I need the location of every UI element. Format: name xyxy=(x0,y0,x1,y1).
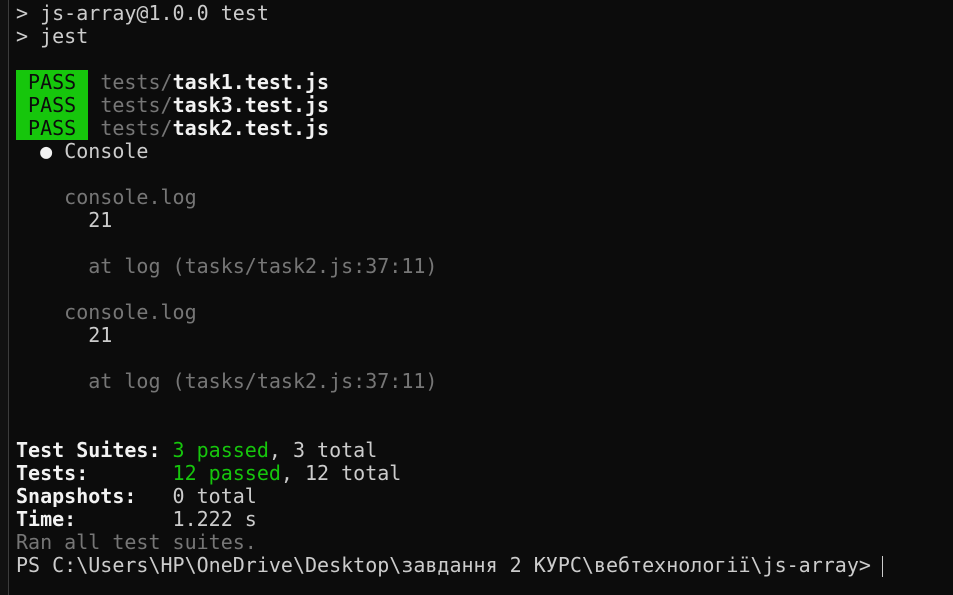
log-location: at log (tasks/task2.js:37:11) xyxy=(88,369,438,393)
test-result: PASS tests/task2.test.js xyxy=(16,116,953,140)
pass-badge: PASS xyxy=(16,93,89,117)
shell-prompt[interactable]: PS C:\Users\HP\OneDrive\Desktop\завдання… xyxy=(16,554,953,577)
test-dir: tests/ xyxy=(100,116,173,140)
command-line: > jest xyxy=(16,24,89,48)
log-label: console.log xyxy=(64,300,197,324)
summary-tests: Tests: 12 passed, 12 total xyxy=(16,461,402,485)
test-result: PASS tests/task1.test.js xyxy=(16,70,953,94)
test-file: task1.test.js xyxy=(172,70,330,94)
command-line: > js-array@1.0.0 test xyxy=(16,1,269,25)
log-value: 21 xyxy=(88,323,113,347)
log-value: 21 xyxy=(88,208,113,232)
pass-badge: PASS xyxy=(16,70,89,94)
summary-snapshots: Snapshots: 0 total xyxy=(16,484,257,508)
adjacent-pane-edge xyxy=(0,0,9,595)
prompt-path: PS C:\Users\HP\OneDrive\Desktop\завдання… xyxy=(16,553,871,577)
pass-badge: PASS xyxy=(16,116,89,140)
log-label: console.log xyxy=(64,185,197,209)
bullet-icon: ● xyxy=(40,139,53,163)
test-dir: tests/ xyxy=(100,70,173,94)
summary-suites: Test Suites: 3 passed, 3 total xyxy=(16,438,378,462)
console-header: ● Console xyxy=(40,139,149,163)
text-cursor xyxy=(881,556,883,577)
test-result: PASS tests/task3.test.js xyxy=(16,93,953,117)
test-dir: tests/ xyxy=(100,93,173,117)
test-file: task2.test.js xyxy=(172,116,330,140)
ran-all: Ran all test suites. xyxy=(16,530,257,554)
log-location: at log (tasks/task2.js:37:11) xyxy=(88,254,438,278)
summary-time: Time: 1.222 s xyxy=(16,507,257,531)
test-file: task3.test.js xyxy=(172,93,330,117)
terminal-output[interactable]: > js-array@1.0.0 test > jest PASS tests/… xyxy=(16,2,953,577)
